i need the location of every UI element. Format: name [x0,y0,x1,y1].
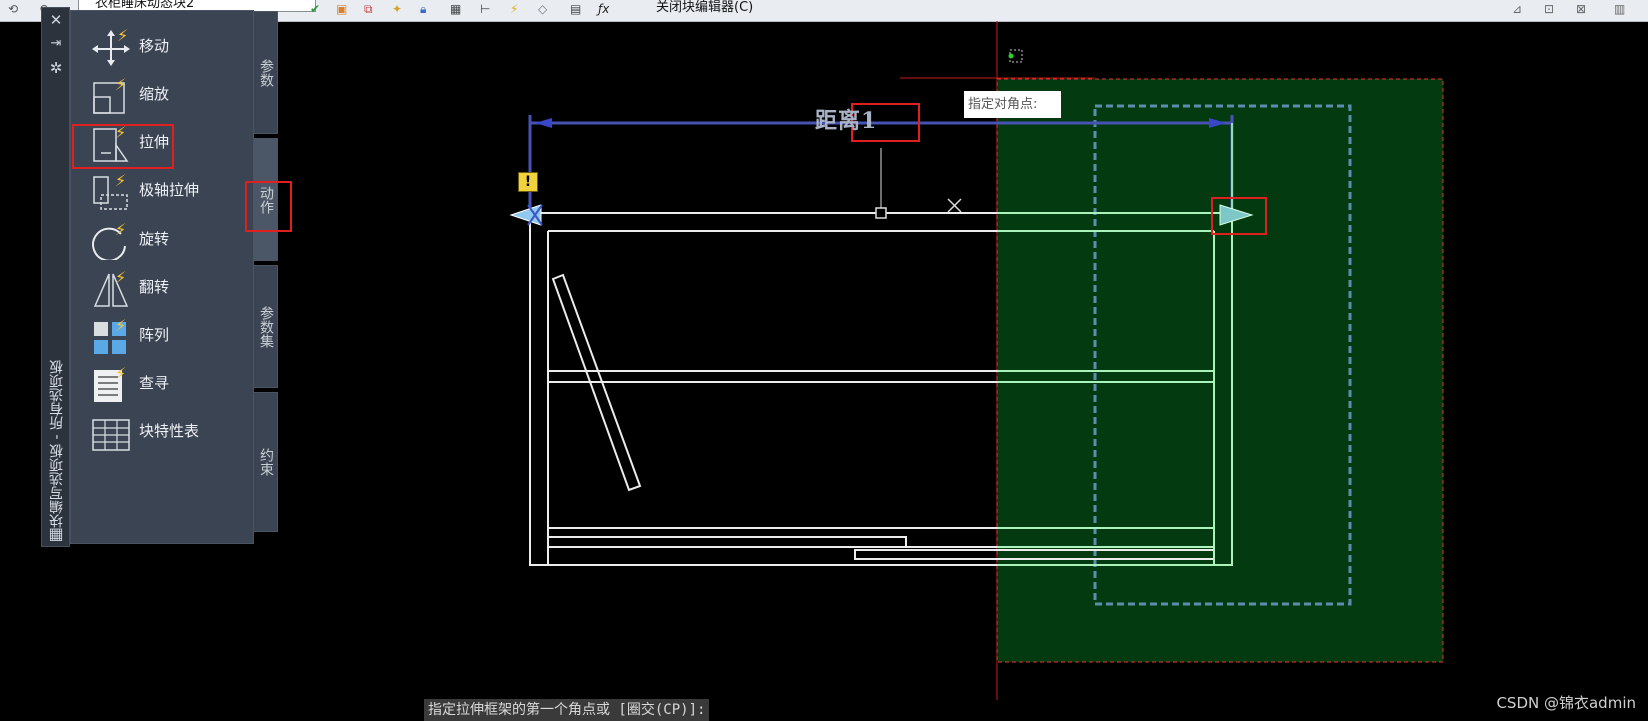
tool-scale[interactable]: ⚡︎ 缩放 [91,73,251,117]
base-point-grip[interactable] [509,204,542,226]
palette-tool-list: ⚡︎ 移动 ⚡︎ 缩放 ⚡︎ 拉伸 ⚡︎ 极轴拉伸 ⚡︎ 旋转 ⚡︎ 翻转 ⚡︎… [70,10,254,544]
tool-label: 移动 [139,37,170,55]
gear-icon[interactable]: ✲ [47,60,65,76]
cursor-dot [1008,53,1014,59]
tool-flip[interactable]: ⚡︎ 翻转 [91,266,251,310]
flip-action-icon: ⚡︎ [93,268,129,307]
tab-constraints[interactable]: 约束 [254,392,278,532]
dynamic-input-tooltip: 指定对角点: [964,91,1061,118]
tool-array[interactable]: ⚡︎ 阵列 [91,314,251,358]
auto-hide-icon[interactable]: ⇥ [47,36,65,52]
svg-text:⚡︎: ⚡︎ [115,75,126,94]
svg-text:⚡︎: ⚡︎ [115,268,126,287]
tool-label: 查寻 [139,374,170,392]
scale-action-icon: ⚡︎ [93,75,126,114]
tab-parameters[interactable]: 参数 [254,11,278,134]
tool-label: 旋转 [139,230,170,248]
move-action-icon: ⚡︎ [92,27,130,66]
block-properties-table-icon [92,419,130,451]
lookup-action-icon: ⚡︎ [94,364,126,402]
warning-icon[interactable]: ! [518,172,538,192]
distance-parameter-label[interactable]: 距离1 [815,103,877,135]
svg-text:⚡︎: ⚡︎ [115,220,126,239]
block-authoring-palette: ✕ ⇥ ✲ 块编写选项板 - 所有选项板 ▦ ⚡︎ 移动 ⚡︎ 缩放 ⚡︎ 拉伸… [41,7,279,547]
polar-stretch-action-icon: ⚡︎ [93,171,128,210]
tool-rotate[interactable]: ⚡︎ 旋转 [91,218,251,262]
tool-move[interactable]: ⚡︎ 移动 [91,25,251,69]
svg-text:⚡︎: ⚡︎ [115,171,126,190]
palette-title-bar[interactable]: ✕ ⇥ ✲ 块编写选项板 - 所有选项板 ▦ [41,7,70,547]
dimension-arrow-left [535,118,552,128]
watermark: CSDN @锦衣admin [1496,694,1636,712]
tool-label: 阵列 [139,326,170,344]
array-action-icon: ⚡︎ [94,316,126,354]
tab-parameter-sets[interactable]: 参数集 [254,265,278,388]
tool-label: 翻转 [139,278,170,296]
highlight-actions-tab [245,181,292,232]
parameter-grip-square[interactable] [875,207,887,219]
tool-label: 块特性表 [139,422,200,440]
tool-polar-stretch[interactable]: ⚡︎ 极轴拉伸 [91,169,251,213]
svg-text:⚡︎: ⚡︎ [115,316,126,335]
svg-text:⚡︎: ⚡︎ [115,364,126,383]
highlight-stretch-tool [72,124,174,169]
close-icon[interactable]: ✕ [47,12,65,28]
tool-label: 缩放 [139,85,170,103]
tool-block-properties-table[interactable]: 块特性表 [91,410,251,454]
rotate-action-icon: ⚡︎ [92,220,126,260]
highlight-stretch-grip [1211,197,1267,235]
palette-title: 块编写选项板 - 所有选项板 [49,360,65,528]
tool-label: 极轴拉伸 [139,181,200,199]
tool-lookup[interactable]: ⚡︎ 查寻 [91,362,251,406]
palette-menu-icon[interactable]: ▦ [47,526,65,542]
svg-text:⚡︎: ⚡︎ [117,27,128,45]
command-prompt[interactable]: 指定拉伸框架的第一个角点或 [圈交(CP)]: [424,699,710,721]
